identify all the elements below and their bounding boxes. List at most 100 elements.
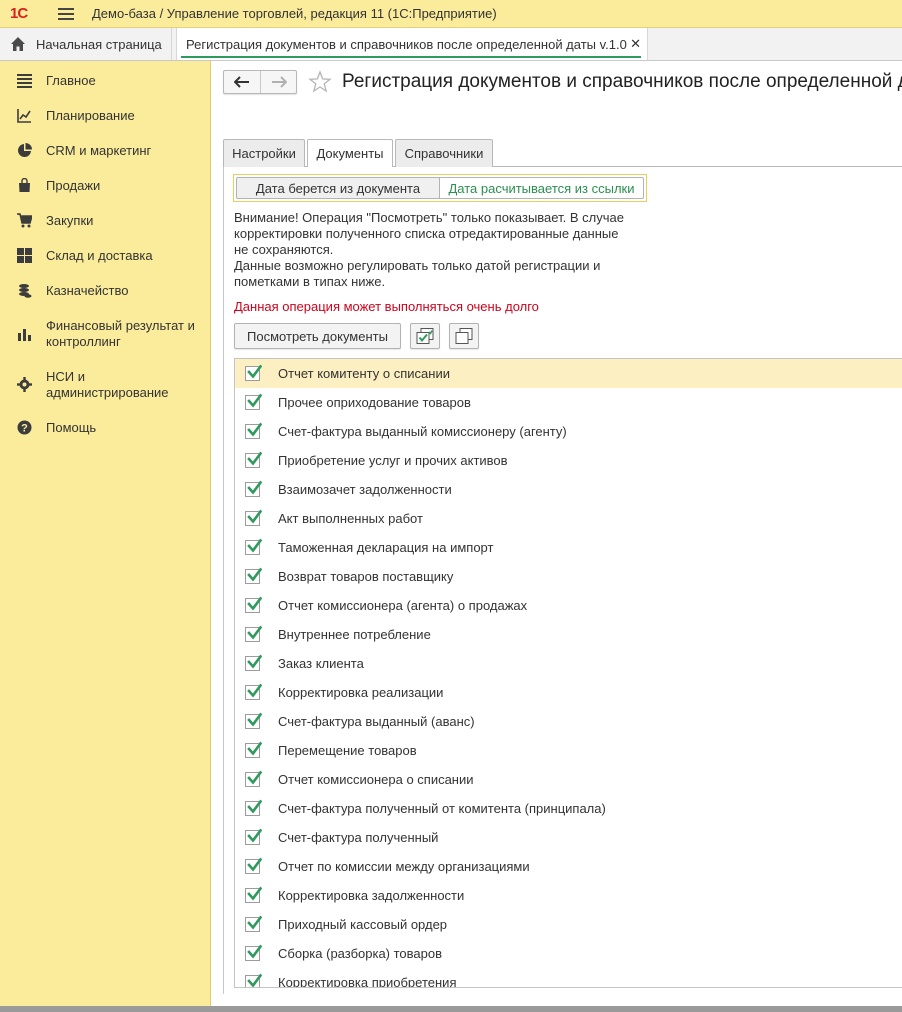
list-item[interactable]: Перемещение товаров [235, 736, 902, 765]
document-checkbox[interactable] [245, 712, 262, 729]
main-menu-icon[interactable] [58, 7, 74, 20]
sidebar-item-label: CRM и маркетинг [46, 143, 152, 158]
document-checkbox[interactable] [245, 422, 262, 439]
sidebar-item-label: Планирование [46, 108, 135, 123]
date-from-reference-button[interactable]: Дата расчитывается из ссылки [440, 177, 644, 199]
list-item[interactable]: Прочее оприходование товаров [235, 388, 902, 417]
sidebar-item-main[interactable]: Главное [0, 71, 211, 91]
document-checkbox[interactable] [245, 364, 262, 381]
checkmark-icon [247, 683, 262, 698]
document-checkbox[interactable] [245, 480, 262, 497]
tab-home[interactable]: Начальная страница [0, 28, 172, 60]
list-item[interactable]: Приходный кассовый ордер [235, 910, 902, 939]
sidebar-item-treasury[interactable]: Казначейство [0, 281, 211, 301]
sidebar-item-label: Главное [46, 73, 96, 88]
document-checkbox[interactable] [245, 886, 262, 903]
list-item[interactable]: Счет-фактура выданный (аванс) [235, 707, 902, 736]
warehouse-grid-icon [17, 248, 32, 263]
document-checkbox[interactable] [245, 973, 262, 987]
sidebar-item-admin[interactable]: НСИ и администрирование [0, 367, 211, 403]
checkmark-icon [247, 799, 262, 814]
window-tabs: Начальная страница Регистрация документо… [0, 28, 902, 61]
list-item[interactable]: Возврат товаров поставщику [235, 562, 902, 591]
sidebar-item-sales[interactable]: Продажи [0, 176, 211, 196]
list-item[interactable]: Взаимозачет задолженности [235, 475, 902, 504]
document-type-label: Счет-фактура выданный комиссионеру (аген… [278, 424, 567, 439]
sidebar-item-purchases[interactable]: Закупки [0, 211, 211, 231]
back-button[interactable] [224, 71, 260, 93]
document-checkbox[interactable] [245, 451, 262, 468]
view-documents-button[interactable]: Посмотреть документы [234, 323, 401, 349]
document-checkbox[interactable] [245, 567, 262, 584]
document-checkbox[interactable] [245, 741, 262, 758]
tab-documents[interactable]: Документы [307, 139, 393, 167]
list-item[interactable]: Корректировка задолженности [235, 881, 902, 910]
document-type-label: Приобретение услуг и прочих активов [278, 453, 508, 468]
arrow-left-icon [234, 76, 249, 88]
document-checkbox[interactable] [245, 857, 262, 874]
list-icon [17, 74, 32, 88]
document-checkbox[interactable] [245, 625, 262, 642]
notice-line: Внимание! Операция "Посмотреть" только п… [234, 210, 624, 225]
document-type-label: Приходный кассовый ордер [278, 917, 448, 932]
svg-text:?: ? [21, 423, 28, 435]
tab-document[interactable]: Регистрация документов и справочников по… [176, 28, 648, 60]
document-checkbox[interactable] [245, 654, 262, 671]
date-from-document-button[interactable]: Дата берется из документа [236, 177, 440, 199]
sidebar-item-help[interactable]: ? Помощь [0, 418, 211, 438]
sidebar-item-label: Финансовый результат и контроллинг [46, 318, 195, 349]
uncheck-all-button[interactable] [449, 323, 479, 349]
list-item[interactable]: Таможенная декларация на импорт [235, 533, 902, 562]
bar-chart-icon [18, 329, 31, 341]
list-item[interactable]: Внутреннее потребление [235, 620, 902, 649]
notice-line: не сохраняются. [234, 242, 334, 257]
sidebar-item-label: Закупки [46, 213, 94, 228]
list-item[interactable]: Акт выполненных работ [235, 504, 902, 533]
checkmark-icon [247, 770, 262, 785]
document-checkbox[interactable] [245, 509, 262, 526]
list-item[interactable]: Приобретение услуг и прочих активов [235, 446, 902, 475]
list-item[interactable]: Счет-фактура полученный [235, 823, 902, 852]
pie-chart-icon [18, 143, 32, 157]
close-tab-icon[interactable]: ✕ [630, 36, 641, 52]
document-type-label: Корректировка приобретения [278, 975, 457, 988]
favorite-star-icon[interactable] [308, 70, 332, 94]
list-item[interactable]: Отчет комитенту о списании [235, 359, 902, 388]
document-checkbox[interactable] [245, 538, 262, 555]
document-type-label: Счет-фактура выданный (аванс) [278, 714, 475, 729]
document-type-label: Перемещение товаров [278, 743, 417, 758]
sidebar-item-label: Склад и доставка [46, 248, 153, 263]
document-checkbox[interactable] [245, 683, 262, 700]
document-checkbox[interactable] [245, 799, 262, 816]
list-item[interactable]: Заказ клиента [235, 649, 902, 678]
document-type-label: Отчет комиссионера о списании [278, 772, 474, 787]
list-item[interactable]: Счет-фактура полученный от комитента (пр… [235, 794, 902, 823]
sidebar-item-label: Помощь [46, 420, 97, 435]
document-types-list: Отчет комитенту о списании Прочее оприход… [234, 358, 902, 988]
forward-button[interactable] [260, 71, 296, 93]
document-checkbox[interactable] [245, 828, 262, 845]
sidebar-item-warehouse[interactable]: Склад и доставка [0, 246, 211, 266]
document-checkbox[interactable] [245, 596, 262, 613]
list-item[interactable]: Счет-фактура выданный комиссионеру (аген… [235, 417, 902, 446]
sidebar-item-planning[interactable]: Планирование [0, 106, 211, 126]
list-item[interactable]: Отчет комиссионера о списании [235, 765, 902, 794]
list-item[interactable]: Корректировка приобретения [235, 968, 902, 988]
check-all-button[interactable] [410, 323, 440, 349]
check-all-icon [416, 328, 434, 344]
document-checkbox[interactable] [245, 944, 262, 961]
sidebar-item-crm[interactable]: CRM и маркетинг [0, 141, 211, 161]
tab-settings[interactable]: Настройки [223, 139, 305, 167]
document-checkbox[interactable] [245, 915, 262, 932]
sidebar-item-finance[interactable]: Финансовый результат и контроллинг [0, 316, 211, 352]
document-checkbox[interactable] [245, 393, 262, 410]
document-type-label: Заказ клиента [278, 656, 364, 671]
list-item[interactable]: Отчет по комиссии между организациями [235, 852, 902, 881]
list-item[interactable]: Сборка (разборка) товаров [235, 939, 902, 968]
list-item[interactable]: Корректировка реализации [235, 678, 902, 707]
document-checkbox[interactable] [245, 770, 262, 787]
warning-text: Данная операция может выполняться очень … [234, 299, 539, 314]
gear-icon [17, 377, 32, 392]
tab-catalogs[interactable]: Справочники [395, 139, 493, 167]
list-item[interactable]: Отчет комиссионера (агента) о продажах [235, 591, 902, 620]
